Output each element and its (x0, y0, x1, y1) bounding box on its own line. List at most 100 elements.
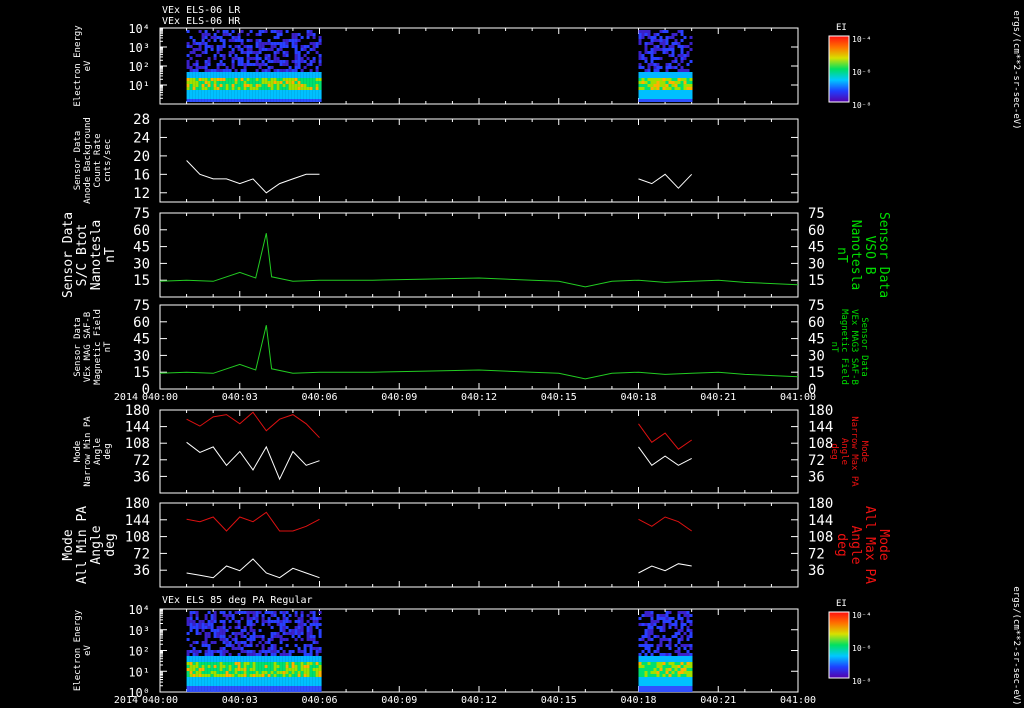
left-axis-label-line: nT (103, 247, 118, 263)
heatmap-cell (210, 626, 214, 629)
heatmap-cell (300, 57, 304, 60)
heatmap-cell (294, 632, 298, 635)
heatmap-cell (315, 620, 319, 623)
heatmap-cell (273, 680, 277, 683)
heatmap-cell (303, 680, 307, 683)
heatmap-cell (207, 78, 211, 81)
heatmap-cell (246, 623, 250, 626)
heatmap-cell (650, 60, 654, 63)
heatmap-cell (291, 674, 295, 677)
heatmap-cell (246, 90, 250, 93)
heatmap-cell (644, 78, 648, 81)
y-tick-label: 10⁴ (128, 22, 150, 36)
heatmap-cell (270, 87, 274, 90)
heatmap-cell (246, 45, 250, 48)
heatmap-cell (683, 680, 687, 683)
heatmap-cell (680, 96, 684, 99)
right-axis-label: Sensor DataVSO BNanoteslanT (834, 212, 891, 298)
heatmap-cell (195, 69, 199, 72)
heatmap-cell (186, 689, 190, 692)
heatmap-cell (186, 45, 190, 48)
heatmap-cell (644, 683, 648, 686)
heatmap-cell (258, 33, 262, 36)
heatmap-cell (249, 611, 253, 614)
heatmap-cell (279, 48, 283, 51)
heatmap-cell (243, 75, 247, 78)
heatmap-cell (195, 683, 199, 686)
heatmap-cell (270, 659, 274, 662)
heatmap-cell (261, 60, 265, 63)
heatmap-cell (225, 72, 229, 75)
heatmap-cell (312, 33, 316, 36)
heatmap-cell (246, 632, 250, 635)
heatmap-cell (686, 644, 690, 647)
heatmap-cell (647, 677, 651, 680)
heatmap-cell (665, 668, 669, 671)
heatmap-cell (653, 51, 657, 54)
heatmap-cell (270, 30, 274, 33)
heatmap-cell (641, 677, 645, 680)
time-tick-label: 040:03 (222, 695, 258, 706)
heatmap-cell (255, 656, 259, 659)
heatmap-cell (638, 72, 642, 75)
heatmap-cell (312, 662, 316, 665)
heatmap-cell (644, 662, 648, 665)
heatmap-cell (315, 647, 319, 650)
heatmap-cell (297, 87, 301, 90)
heatmap-cell (650, 75, 654, 78)
heatmap-cell (653, 75, 657, 78)
heatmap-cell (270, 81, 274, 84)
heatmap-cell (198, 626, 202, 629)
heatmap-cell (276, 674, 280, 677)
heatmap-cell (638, 638, 642, 641)
heatmap-cell (677, 69, 681, 72)
heatmap-cell (312, 674, 316, 677)
heatmap-cell (195, 87, 199, 90)
heatmap-cell (665, 81, 669, 84)
heatmap-cell (246, 611, 250, 614)
heatmap-cell (243, 674, 247, 677)
heatmap-cell (318, 623, 322, 626)
heatmap-cell (638, 57, 642, 60)
heatmap-cell (288, 680, 292, 683)
heatmap-cell (282, 662, 286, 665)
heatmap-cell (291, 42, 295, 45)
heatmap-cell (647, 662, 651, 665)
heatmap-cell (312, 42, 316, 45)
heatmap-cell (255, 665, 259, 668)
heatmap-cell (237, 45, 241, 48)
heatmap-cell (653, 45, 657, 48)
heatmap-cell (671, 60, 675, 63)
heatmap-cell (210, 650, 214, 653)
heatmap-cell (258, 653, 262, 656)
heatmap-cell (686, 689, 690, 692)
heatmap-cell (255, 611, 259, 614)
heatmap-cell (207, 60, 211, 63)
heatmap-cell (306, 51, 310, 54)
heatmap-cell (680, 81, 684, 84)
heatmap-cell (656, 39, 660, 42)
heatmap-cell (312, 81, 316, 84)
heatmap-cell (237, 63, 241, 66)
heatmap-cell (273, 686, 277, 689)
heatmap-cell (644, 674, 648, 677)
heatmap-cell (246, 63, 250, 66)
heatmap-cell (222, 647, 226, 650)
heatmap-cell (243, 66, 247, 69)
heatmap-cell (309, 75, 313, 78)
heatmap-cell (243, 659, 247, 662)
heatmap-cell (276, 632, 280, 635)
heatmap-cell (294, 629, 298, 632)
heatmap-cell (300, 656, 304, 659)
heatmap-cell (641, 656, 645, 659)
heatmap-cell (210, 659, 214, 662)
heatmap-cell (216, 668, 220, 671)
heatmap-cell (264, 620, 268, 623)
heatmap-cell (665, 72, 669, 75)
heatmap-cell (641, 623, 645, 626)
heatmap-cell (261, 45, 265, 48)
heatmap-cell (204, 42, 208, 45)
heatmap-cell (234, 689, 238, 692)
heatmap-cell (641, 638, 645, 641)
heatmap-cell (186, 665, 190, 668)
